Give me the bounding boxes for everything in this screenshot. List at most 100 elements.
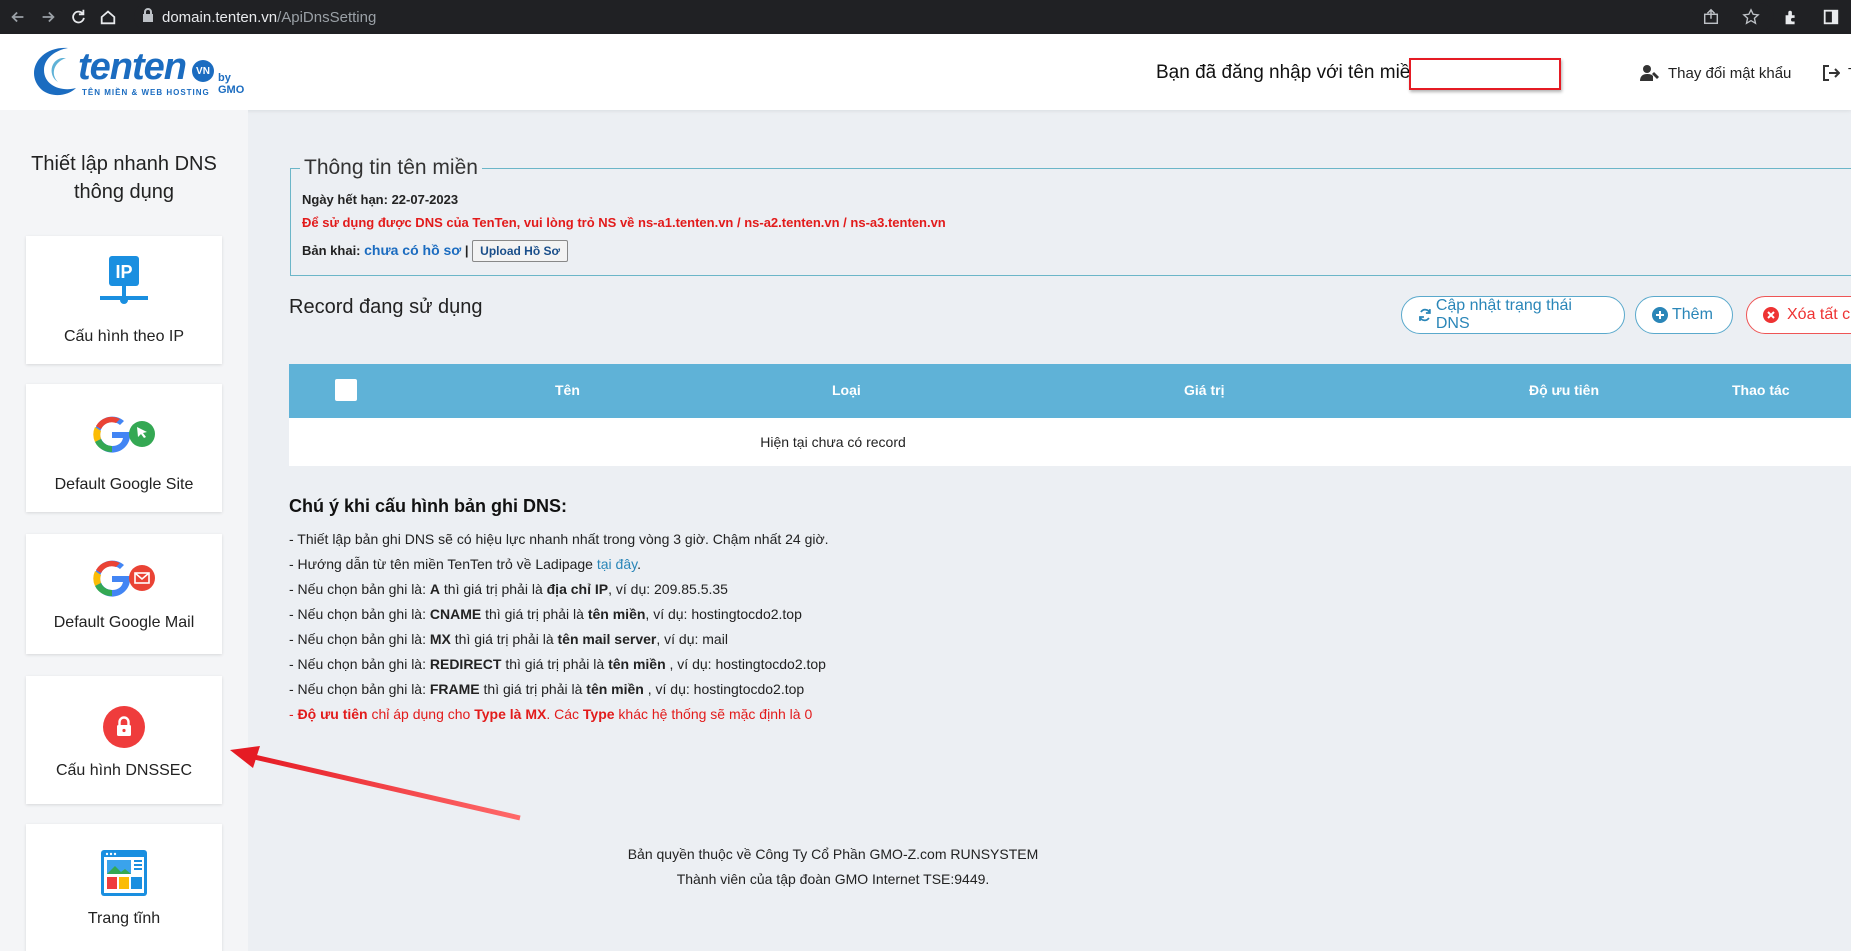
note-bold: tên miền bbox=[587, 606, 646, 622]
note-bold: tên miền bbox=[608, 656, 666, 672]
column-actions: Thao tác bbox=[1732, 382, 1790, 398]
add-record-button[interactable]: Thêm bbox=[1635, 296, 1733, 334]
note-text: . Các bbox=[546, 706, 583, 722]
footer-member: Thành viên của tập đoàn GMO Internet TSE… bbox=[676, 871, 990, 887]
delete-all-button[interactable]: Xóa tất c bbox=[1746, 296, 1851, 334]
update-dns-status-button[interactable]: Cập nhật trạng thái DNS bbox=[1401, 296, 1625, 334]
home-icon[interactable] bbox=[96, 5, 120, 29]
lock-icon bbox=[142, 7, 154, 27]
logo-text: tenten bbox=[78, 46, 187, 88]
note-line: - Nếu chọn bản ghi là: CNAME thì giá trị… bbox=[289, 606, 802, 622]
card-label: Default Google Mail bbox=[53, 614, 195, 631]
note-bold: CNAME bbox=[429, 606, 482, 622]
empty-records-text: Hiện tại chưa có record bbox=[760, 434, 906, 450]
note-bold: A bbox=[429, 581, 440, 597]
user-key-icon bbox=[1640, 65, 1659, 81]
note-line: - Thiết lập bản ghi DNS sẽ có hiệu lực n… bbox=[289, 531, 829, 547]
note-bold: Type là MX bbox=[474, 706, 547, 722]
google-mail-icon bbox=[26, 556, 222, 600]
note-bold: REDIRECT bbox=[429, 656, 502, 672]
logout-link[interactable]: T bbox=[1822, 64, 1851, 82]
forward-icon[interactable] bbox=[36, 5, 60, 29]
note-bold: địa chỉ IP bbox=[546, 581, 609, 597]
note-bold: FRAME bbox=[429, 681, 480, 697]
browser-toolbar: domain.tenten.vn/ApiDnsSetting bbox=[0, 0, 1851, 34]
card-dnssec[interactable]: Cấu hình DNSSEC bbox=[26, 676, 222, 804]
card-google-site[interactable]: Default Google Site bbox=[26, 384, 222, 512]
column-type: Loại bbox=[832, 382, 861, 398]
sidebar: Thiết lập nhanh DNS thông dụng IP Cấu hì… bbox=[0, 110, 248, 951]
note-text: - Nếu chọn bản ghi là: bbox=[289, 681, 430, 697]
note-line: - Hướng dẫn từ tên miền TenTen trỏ về La… bbox=[289, 556, 641, 572]
reload-icon[interactable] bbox=[66, 5, 90, 29]
note-line-priority: - Độ ưu tiên chỉ áp dụng cho Type là MX.… bbox=[289, 706, 812, 722]
card-label: Default Google Site bbox=[54, 476, 194, 493]
close-circle-icon bbox=[1763, 307, 1779, 323]
note-text: - Nếu chọn bản ghi là: bbox=[289, 606, 430, 622]
add-record-label: Thêm bbox=[1672, 306, 1713, 323]
card-ip-config[interactable]: IP Cấu hình theo IP bbox=[26, 236, 222, 364]
records-table-header: Tên Loại Giá trị Độ ưu tiên Thao tác bbox=[289, 364, 1851, 418]
sidebar-title-line2: thông dụng bbox=[73, 181, 175, 203]
note-text: thì giá trị phải là bbox=[479, 681, 587, 697]
note-text: . bbox=[637, 556, 641, 572]
lock-icon bbox=[26, 706, 222, 748]
static-page-icon bbox=[26, 850, 222, 896]
delete-all-label: Xóa tất c bbox=[1787, 306, 1851, 323]
domain-info-legend: Thông tin tên miền bbox=[300, 156, 482, 180]
note-text: , ví dụ: 209.85.5.35 bbox=[608, 581, 728, 597]
logo-swoosh-icon bbox=[34, 47, 76, 96]
footer-copyright: Bản quyền thuộc về Công Ty Cổ Phần GMO-Z… bbox=[627, 846, 1039, 862]
card-google-mail[interactable]: Default Google Mail bbox=[26, 534, 222, 654]
separator: | bbox=[464, 243, 469, 258]
svg-text:IP: IP bbox=[115, 262, 132, 282]
card-label: Cấu hình DNSSEC bbox=[55, 762, 193, 779]
note-line: - Nếu chọn bản ghi là: FRAME thì giá trị… bbox=[289, 681, 804, 697]
login-domain-label: Bạn đã đăng nhập với tên miền bbox=[1156, 62, 1421, 83]
plus-circle-icon bbox=[1652, 307, 1668, 323]
change-password-link[interactable]: Thay đổi mật khẩu bbox=[1640, 64, 1791, 82]
upload-profile-button[interactable]: Upload Hồ Sơ bbox=[472, 240, 569, 262]
tenten-logo[interactable]: tenten VN by GMO TÊN MIỀN & WEB HOSTING bbox=[28, 44, 258, 100]
ladipage-guide-link[interactable]: tại đây bbox=[597, 556, 637, 572]
google-site-icon bbox=[26, 412, 222, 456]
note-text: - Hướng dẫn từ tên miền TenTen trỏ về La… bbox=[289, 556, 597, 572]
back-icon[interactable] bbox=[6, 5, 30, 29]
note-bold: Độ ưu tiên bbox=[297, 706, 368, 722]
note-text: thì giá trị phải là bbox=[450, 631, 558, 647]
sidepanel-icon[interactable] bbox=[1819, 5, 1843, 29]
records-title: Record đang sử dụng bbox=[289, 296, 483, 318]
ip-network-icon: IP bbox=[26, 256, 222, 306]
change-password-label: Thay đổi mật khẩu bbox=[1668, 64, 1792, 82]
logo-vn-badge: VN bbox=[192, 60, 214, 82]
annotation-arrow-icon bbox=[230, 746, 521, 821]
note-bold: Type bbox=[582, 706, 615, 722]
address-bar[interactable]: domain.tenten.vn/ApiDnsSetting bbox=[134, 3, 1774, 31]
note-text: thì giá trị phải là bbox=[440, 581, 547, 597]
records-table-body: Hiện tại chưa có record bbox=[289, 418, 1851, 466]
update-dns-status-label: Cập nhật trạng thái DNS bbox=[1435, 297, 1572, 332]
notes-title: Chú ý khi cấu hình bản ghi DNS: bbox=[289, 496, 568, 516]
site-header: tenten VN by GMO TÊN MIỀN & WEB HOSTING … bbox=[0, 34, 1851, 110]
note-bold: tên miền bbox=[586, 681, 644, 697]
note-line: - Nếu chọn bản ghi là: A thì giá trị phả… bbox=[289, 581, 728, 597]
star-icon[interactable] bbox=[1739, 5, 1763, 29]
note-text: chỉ áp dụng cho bbox=[367, 706, 475, 722]
card-static-page[interactable]: Trang tĩnh bbox=[26, 824, 222, 951]
declaration-label: Bản khai: bbox=[302, 243, 361, 258]
sidebar-title-line1: Thiết lập nhanh DNS bbox=[31, 153, 217, 175]
logo-gmo: by GMO bbox=[218, 72, 245, 96]
extensions-icon[interactable] bbox=[1779, 5, 1803, 29]
url-path: /ApiDnsSetting bbox=[277, 8, 377, 26]
note-line: - Nếu chọn bản ghi là: REDIRECT thì giá … bbox=[289, 656, 826, 672]
share-icon[interactable] bbox=[1699, 5, 1723, 29]
note-text: - Nếu chọn bản ghi là: bbox=[289, 631, 430, 647]
logo-subtitle: TÊN MIỀN & WEB HOSTING bbox=[82, 88, 210, 97]
select-all-checkbox[interactable] bbox=[335, 379, 357, 401]
note-bold: MX bbox=[429, 631, 451, 647]
note-line: - Nếu chọn bản ghi là: MX thì giá trị ph… bbox=[289, 631, 728, 647]
column-priority: Độ ưu tiên bbox=[1529, 382, 1600, 398]
note-text: khác hệ thống sẽ mặc định là 0 bbox=[614, 706, 813, 722]
declaration-status-link[interactable]: chưa có hồ sơ bbox=[364, 242, 461, 258]
column-name: Tên bbox=[555, 382, 580, 398]
